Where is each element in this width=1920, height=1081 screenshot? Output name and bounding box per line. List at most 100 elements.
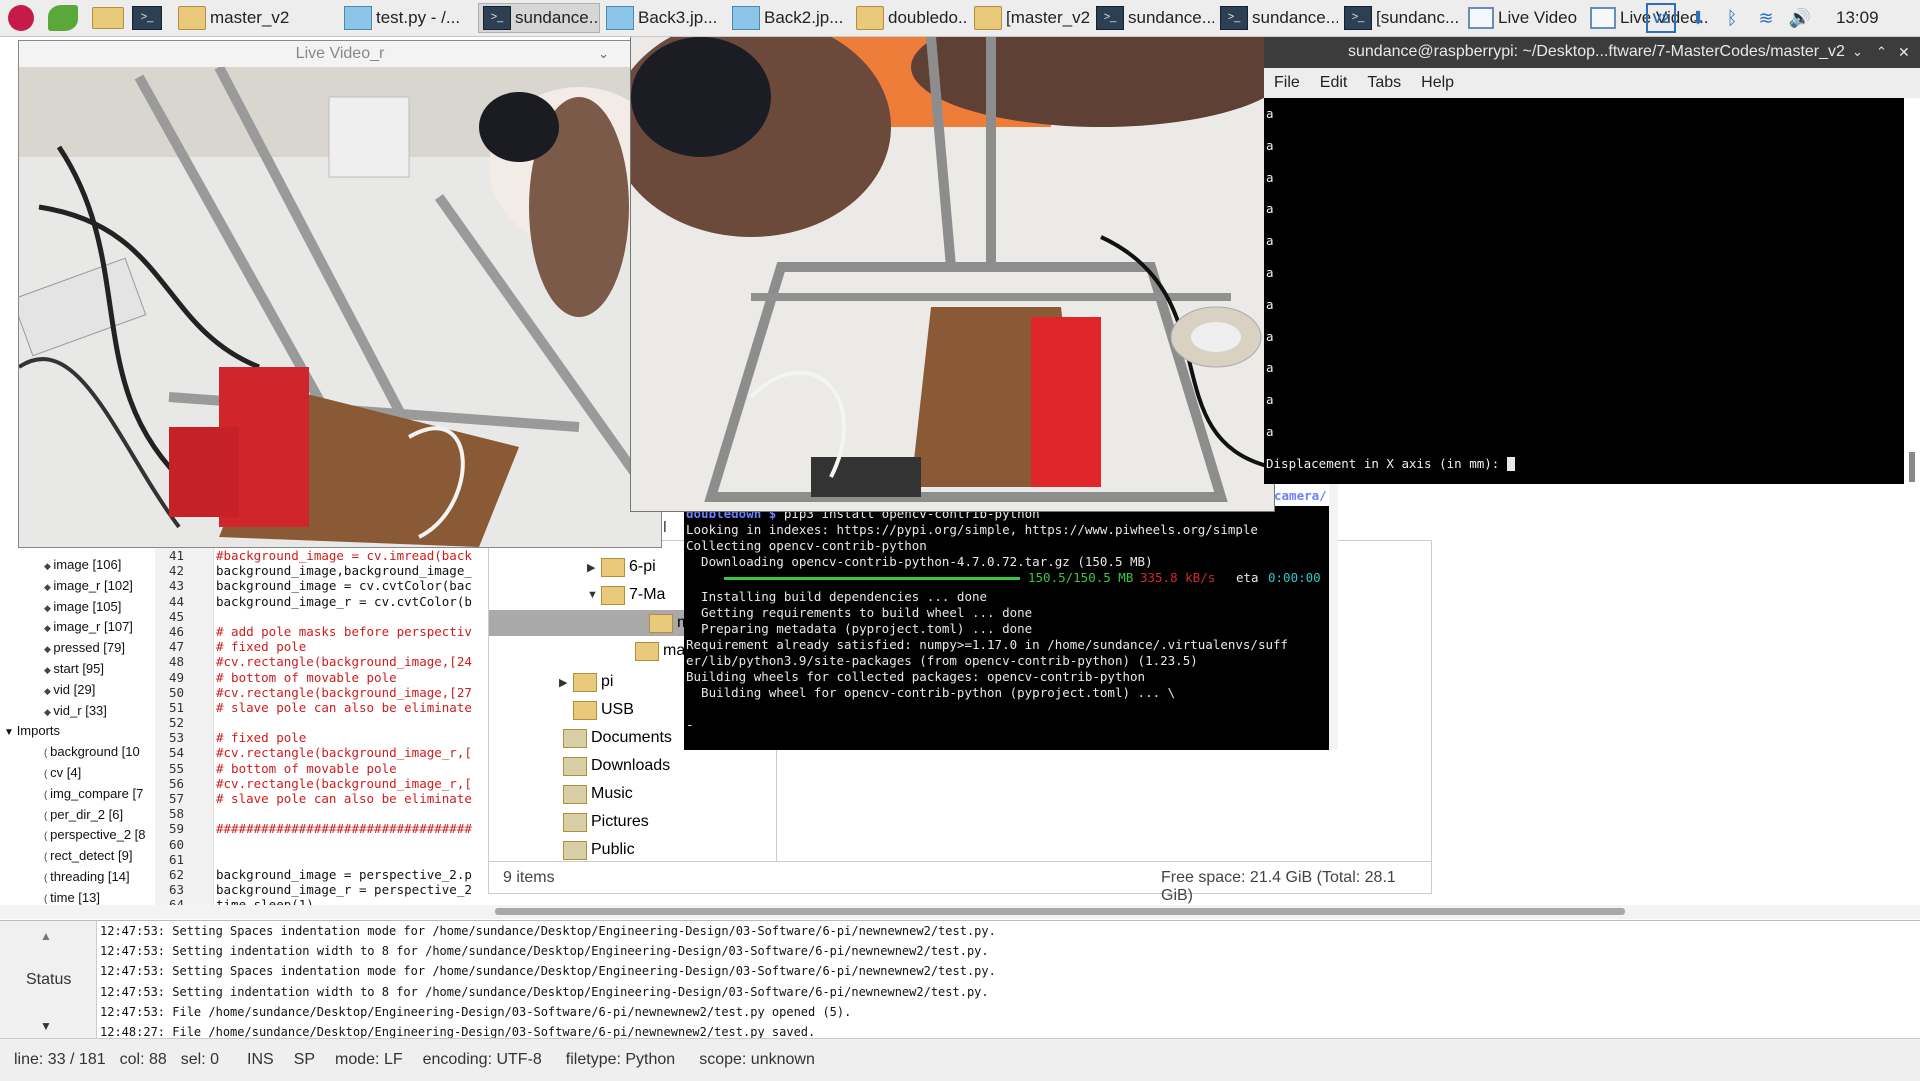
log-line: 12:47:53: Setting Spaces indentation mod… bbox=[100, 924, 996, 938]
tree-item[interactable]: ▼ 7-Ma bbox=[587, 582, 665, 608]
imports-group[interactable]: ▼ Imports bbox=[0, 721, 155, 742]
chevron-right-icon[interactable]: ▶ bbox=[587, 561, 601, 574]
taskbar-app-label: doubledo... bbox=[888, 8, 968, 27]
tree-item[interactable]: ▶ pi bbox=[559, 669, 613, 695]
symbol-item[interactable]: ( rect_detect [9] bbox=[0, 846, 155, 867]
taskbar-app-8[interactable]: >_ sundance... bbox=[1216, 3, 1338, 33]
status-tab[interactable]: ▲ Status ▼ bbox=[0, 921, 97, 1039]
line-number: 57 bbox=[169, 791, 185, 806]
chevron-up-icon[interactable]: ▲ bbox=[40, 929, 52, 943]
terminal-window[interactable]: sundance@raspberrypi: ~/Desktop...ftware… bbox=[1264, 36, 1920, 484]
scrollbar-thumb[interactable] bbox=[495, 908, 1625, 915]
code-line: #cv.rectangle(background_image,[24 bbox=[216, 654, 472, 670]
menu-edit[interactable]: Edit bbox=[1320, 74, 1348, 92]
wifi-icon[interactable]: ≋ bbox=[1754, 6, 1778, 30]
pip-line: Installing build dependencies ... done bbox=[686, 589, 988, 605]
symbol-item[interactable]: ( cv [4] bbox=[0, 763, 155, 784]
symbol-item[interactable]: ◆ image [105] bbox=[0, 597, 155, 618]
menu-tabs[interactable]: Tabs bbox=[1367, 74, 1401, 92]
chevron-down-icon[interactable]: ⌄ bbox=[598, 41, 609, 67]
symbol-label: perspective_2 [8 bbox=[50, 827, 146, 843]
volume-icon[interactable]: 🔊 bbox=[1788, 6, 1812, 30]
pip-line: Building wheel for opencv-contrib-python… bbox=[686, 684, 1176, 700]
scrollbar-thumb[interactable] bbox=[1909, 452, 1915, 482]
terminal-launcher-icon[interactable]: >_ bbox=[132, 6, 162, 30]
taskbar-app-6[interactable]: [master_v2] bbox=[970, 3, 1090, 33]
terminal-line: a bbox=[1266, 360, 1274, 376]
symbol-item[interactable]: ◆ start [95] bbox=[0, 659, 155, 680]
bluetooth-icon[interactable]: ᛒ bbox=[1720, 6, 1744, 30]
tree-item[interactable]: ▶ 6-pi bbox=[587, 554, 656, 580]
vnc-icon[interactable]: V2 bbox=[1646, 3, 1676, 33]
tree-item[interactable]: Public bbox=[549, 837, 635, 861]
system-tray: V2 ⬇ ᛒ ≋ 🔊 13:09 bbox=[1646, 3, 1879, 33]
line-number: 45 bbox=[169, 608, 185, 624]
horizontal-scrollbar[interactable] bbox=[0, 905, 1920, 919]
pip-terminal-scrollbar[interactable] bbox=[1329, 480, 1338, 750]
symbol-item[interactable]: ( perspective_2 [8 bbox=[0, 825, 155, 846]
tree-item[interactable]: USB bbox=[559, 697, 634, 723]
symbol-label: image_r [102] bbox=[53, 577, 133, 593]
symbol-item[interactable]: ( per_dir_2 [6] bbox=[0, 805, 155, 826]
symbol-item[interactable]: ◆ image_r [107] bbox=[0, 617, 155, 638]
line-number: 50 bbox=[169, 684, 185, 700]
terminal-titlebar[interactable]: sundance@raspberrypi: ~/Desktop...ftware… bbox=[1264, 36, 1920, 68]
menu-help[interactable]: Help bbox=[1421, 74, 1454, 92]
symbol-item[interactable]: ◆ pressed [79] bbox=[0, 638, 155, 659]
browser-icon[interactable] bbox=[48, 5, 78, 31]
taskbar-app-10[interactable]: Live Video bbox=[1464, 3, 1584, 33]
chevron-down-icon[interactable]: ⌄ bbox=[1852, 36, 1863, 68]
tree-item[interactable]: Downloads bbox=[549, 753, 670, 779]
line-number: 42 bbox=[169, 563, 185, 579]
tree-item[interactable]: ma bbox=[621, 638, 685, 664]
tree-label: ma bbox=[663, 642, 686, 659]
live-video-window-right[interactable] bbox=[630, 36, 1275, 512]
download-icon[interactable]: ⬇ bbox=[1686, 6, 1710, 30]
taskbar-app-label: Back3.jp... bbox=[638, 8, 718, 27]
tree-item[interactable]: Pictures bbox=[549, 809, 649, 835]
taskbar-app-5[interactable]: doubledo... bbox=[852, 3, 968, 33]
symbol-item[interactable]: ( threading [14] bbox=[0, 867, 155, 888]
taskbar-app-3[interactable]: Back3.jp... bbox=[602, 3, 726, 33]
line-number: 41 bbox=[169, 548, 185, 563]
tree-item[interactable]: Music bbox=[549, 781, 633, 807]
raspberry-menu-icon[interactable] bbox=[8, 5, 34, 31]
pip-terminal[interactable]: camera/ doubledown $ pip3 install opencv… bbox=[684, 488, 1329, 750]
taskbar-app-2[interactable]: >_ sundance... bbox=[478, 3, 600, 33]
taskbar-app-4[interactable]: Back2.jp... bbox=[728, 3, 850, 33]
status-line: line: 33 / 181 bbox=[14, 1051, 106, 1068]
line-number: 47 bbox=[169, 639, 185, 655]
tree-item[interactable]: Documents bbox=[549, 725, 672, 751]
symbol-item[interactable]: ( img_compare [7 bbox=[0, 784, 155, 805]
symbol-item[interactable]: ◆ vid [29] bbox=[0, 680, 155, 701]
menu-file[interactable]: File bbox=[1274, 74, 1300, 92]
symbol-item[interactable]: ◆ vid_r [33] bbox=[0, 701, 155, 722]
chevron-right-icon[interactable]: ▶ bbox=[559, 676, 573, 689]
taskbar-app-9[interactable]: >_ [sundanc... bbox=[1340, 3, 1462, 33]
symbol-item[interactable]: ( background [10 bbox=[0, 742, 155, 763]
chevron-down-icon[interactable]: ▼ bbox=[4, 727, 17, 738]
variable-icon: ◆ bbox=[44, 664, 54, 675]
taskbar-app-7[interactable]: >_ sundance... bbox=[1092, 3, 1214, 33]
terminal-scrollbar[interactable] bbox=[1904, 98, 1920, 484]
live-video-window-left[interactable]: Live Video_r ⌄ bbox=[18, 40, 662, 548]
symbol-item[interactable]: ◆ image_r [102] bbox=[0, 576, 155, 597]
file-manager-icon[interactable] bbox=[92, 7, 124, 29]
terminal-output[interactable]: a a a a a a a a a a a Displacement in X axis (in mm… bbox=[1264, 98, 1904, 484]
close-icon[interactable]: ✕ bbox=[1898, 36, 1910, 68]
code-editor[interactable]: #background_image = cv.imread(back backgr… bbox=[216, 548, 491, 910]
live-video-titlebar[interactable]: Live Video_r ⌄ bbox=[19, 41, 661, 67]
taskbar-app-1[interactable]: test.py - /... bbox=[340, 3, 476, 33]
public-icon bbox=[563, 840, 587, 860]
status-encoding: encoding: UTF-8 bbox=[422, 1051, 542, 1068]
clock[interactable]: 13:09 bbox=[1836, 8, 1879, 28]
taskbar-app-0[interactable]: master_v2 bbox=[174, 3, 338, 33]
chevron-down-icon[interactable]: ▼ bbox=[587, 589, 601, 601]
line-number: 43 bbox=[169, 578, 185, 594]
variable-icon: ◆ bbox=[44, 581, 54, 592]
maximize-icon[interactable]: ⌃ bbox=[1876, 36, 1887, 68]
folder-icon bbox=[856, 6, 884, 30]
chevron-down-icon[interactable]: ▼ bbox=[40, 1019, 52, 1033]
terminal-icon: >_ bbox=[1344, 6, 1372, 30]
symbol-item[interactable]: ◆ image [106] bbox=[0, 555, 155, 576]
